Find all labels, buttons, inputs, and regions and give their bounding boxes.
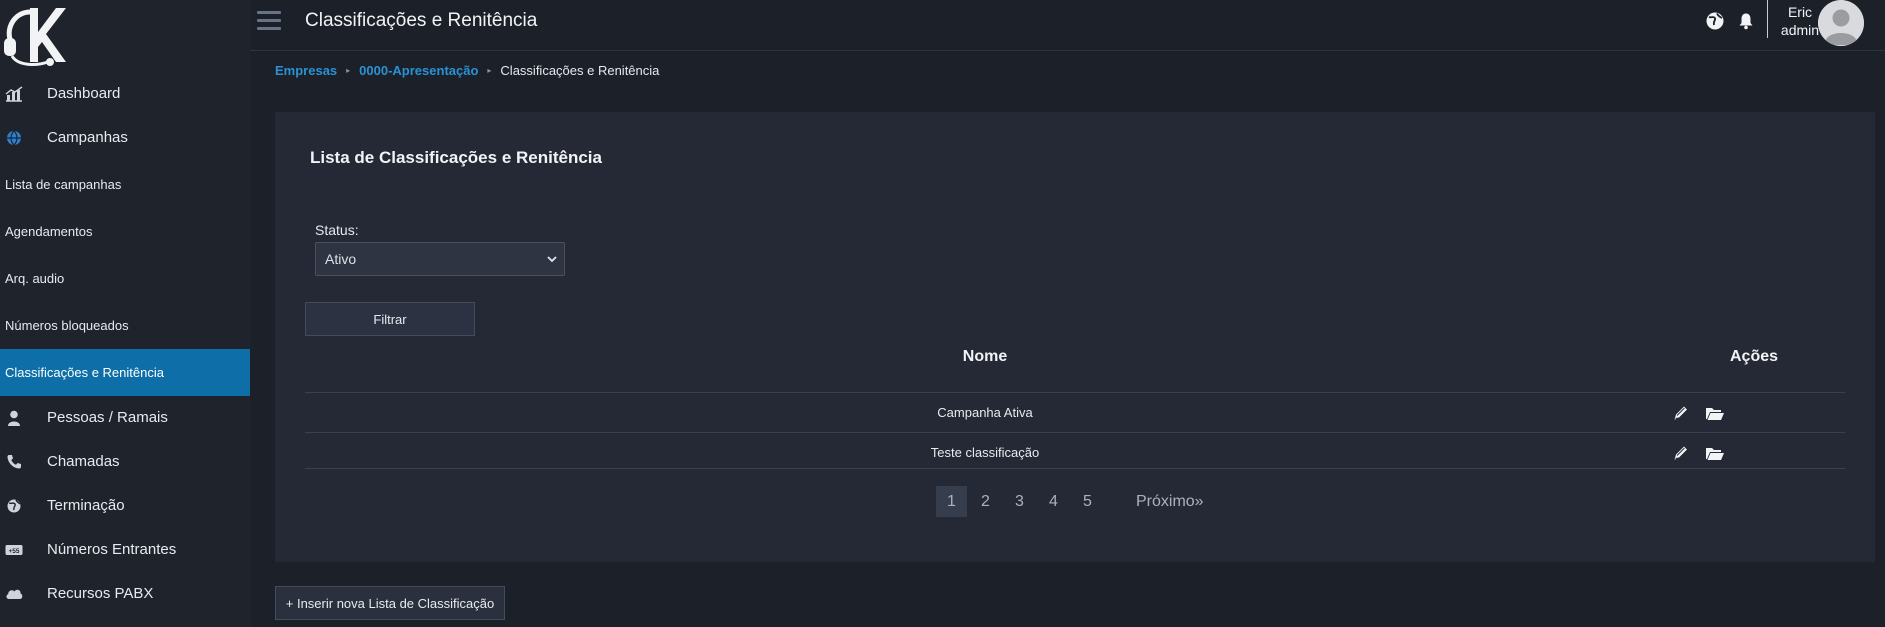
panel-title: Lista de Classificações e Renitência xyxy=(310,148,602,167)
cloud-icon xyxy=(4,584,24,604)
status-label: Status: xyxy=(315,222,359,238)
breadcrumb-empresas[interactable]: Empresas xyxy=(275,63,337,78)
user-role: admin xyxy=(1780,22,1820,38)
sidebar-item-label: Classificações e Renitência xyxy=(5,365,164,380)
folder-open-icon[interactable] xyxy=(1705,445,1725,461)
sidebar-item-label: Lista de campanhas xyxy=(5,177,122,192)
page-next[interactable]: Próximo» xyxy=(1136,493,1204,511)
edit-pencil-icon[interactable] xyxy=(1672,405,1690,421)
sidebar-item-label: Terminação xyxy=(47,497,125,514)
row-name: Campanha Ativa xyxy=(937,405,1033,420)
sidebar-item-label: Arq. audio xyxy=(5,271,65,286)
sidebar-item-numeros-entrantes[interactable]: +55 Números Entrantes xyxy=(0,532,250,567)
user-name: Eric xyxy=(1787,4,1813,20)
sidebar-item-agendamentos[interactable]: Agendamentos xyxy=(0,208,250,255)
page-4[interactable]: 4 xyxy=(1038,486,1069,517)
sidebar-item-label: Pessoas / Ramais xyxy=(47,409,168,426)
status-select-value: Ativo xyxy=(325,251,357,267)
sidebar-item-chamadas[interactable]: Chamadas xyxy=(0,444,250,479)
edit-pencil-icon[interactable] xyxy=(1672,445,1690,461)
logo xyxy=(4,8,66,66)
breadcrumb-separator-icon: ▸ xyxy=(487,66,492,75)
sidebar-item-dashboard[interactable]: Dashboard xyxy=(0,76,250,111)
row-name: Teste classificação xyxy=(930,445,1040,460)
page-2[interactable]: 2 xyxy=(970,486,1001,517)
page-5[interactable]: 5 xyxy=(1072,486,1103,517)
user-icon xyxy=(4,408,24,428)
user-menu[interactable]: Eric admin xyxy=(1780,3,1820,39)
sidebar-item-label: Recursos PABX xyxy=(47,585,154,602)
pagination: 1 2 3 4 5 Próximo» xyxy=(936,486,1204,517)
phone-icon xyxy=(4,452,24,472)
breadcrumb: Empresas ▸ 0000-Apresentação ▸ Classific… xyxy=(275,63,659,78)
classification-panel: Lista de Classificações e Renitência Sta… xyxy=(275,112,1875,562)
table-row: Campanha Ativa xyxy=(305,392,1845,432)
language-globe-icon[interactable] xyxy=(1705,11,1725,31)
breadcrumb-apresentacao[interactable]: 0000-Apresentação xyxy=(359,63,478,78)
menu-toggle-icon[interactable] xyxy=(257,11,281,31)
folder-open-icon[interactable] xyxy=(1705,405,1725,421)
breadcrumb-current: Classificações e Renitência xyxy=(500,63,660,78)
filter-button[interactable]: Filtrar xyxy=(305,302,475,336)
sidebar-item-terminacao[interactable]: Terminação xyxy=(0,488,250,523)
sidebar-item-label: Números Entrantes xyxy=(47,541,177,558)
sidebar-item-label: Campanhas xyxy=(47,129,128,146)
avatar-icon xyxy=(1818,0,1864,46)
top-bar: Classificações e Renitência Eric admin xyxy=(250,0,1885,51)
sidebar-item-label: Dashboard xyxy=(47,85,121,102)
column-header-nome: Nome xyxy=(962,348,1008,365)
svg-text:+55: +55 xyxy=(8,548,19,555)
chart-icon xyxy=(4,84,24,104)
sidebar-item-recursos-pabx[interactable]: Recursos PABX xyxy=(0,576,250,611)
column-header-acoes: Ações xyxy=(1730,348,1779,365)
sidebar-item-arq-audio[interactable]: Arq. audio xyxy=(0,255,250,302)
sidebar-item-classificacoes[interactable]: Classificações e Renitência xyxy=(0,349,250,396)
page-1[interactable]: 1 xyxy=(936,486,967,517)
sidebar-item-label: Agendamentos xyxy=(5,224,93,239)
number-badge-icon: +55 xyxy=(4,540,24,560)
page-title: Classificações e Renitência xyxy=(305,10,538,31)
sidebar-item-label: Números bloqueados xyxy=(5,318,129,333)
notification-bell-icon[interactable] xyxy=(1737,12,1755,30)
sidebar-item-lista-de-campanhas[interactable]: Lista de campanhas xyxy=(0,161,250,208)
breadcrumb-separator-icon: ▸ xyxy=(346,66,351,75)
table-row: Teste classificação xyxy=(305,432,1845,472)
chevron-down-icon xyxy=(547,256,557,263)
avatar[interactable] xyxy=(1818,0,1864,46)
sidebar-item-campanhas[interactable]: Campanhas xyxy=(0,120,250,155)
sidebar: Dashboard Campanhas Lista de campanhas A… xyxy=(0,0,250,627)
sidebar-item-label: Chamadas xyxy=(47,453,120,470)
globe-icon xyxy=(4,128,24,148)
table-divider xyxy=(305,468,1845,469)
insert-classification-list-button[interactable]: + Inserir nova Lista de Classificação xyxy=(275,586,505,620)
globe-arrows-icon xyxy=(4,496,24,516)
page-3[interactable]: 3 xyxy=(1004,486,1035,517)
status-select[interactable]: Ativo xyxy=(315,242,565,276)
sidebar-item-numeros-bloqueados[interactable]: Números bloqueados xyxy=(0,302,250,349)
sidebar-item-pessoas-ramais[interactable]: Pessoas / Ramais xyxy=(0,400,250,435)
user-divider xyxy=(1767,0,1768,38)
